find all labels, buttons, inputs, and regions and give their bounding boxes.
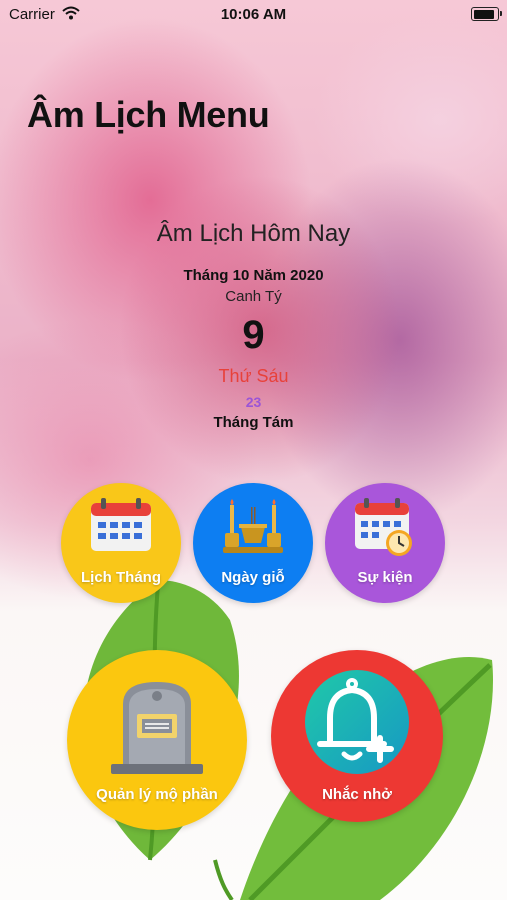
solar-day-number: 9: [242, 313, 265, 357]
events-button[interactable]: Sự kiện: [325, 483, 445, 603]
menu-item-label: Ngày giỗ: [221, 569, 285, 586]
weekday-label: Thứ Sáu: [218, 366, 289, 386]
menu-item-label: Nhắc nhở: [322, 786, 392, 803]
page-title: Âm Lịch Menu: [27, 94, 270, 135]
menu-item-label: Sự kiện: [357, 569, 413, 586]
death-anniversary-button[interactable]: Ngày giỗ: [193, 483, 313, 603]
bell-plus-icon: [305, 670, 409, 774]
tombstone-icon: [111, 682, 203, 774]
today-section-title: Âm Lịch Hôm Nay: [156, 220, 351, 247]
reminders-button[interactable]: Nhắc nhở: [271, 650, 443, 822]
status-time: 10:06 AM: [220, 6, 287, 23]
monthly-calendar-button[interactable]: Lịch Tháng: [61, 483, 181, 603]
solar-month-year: Tháng 10 Năm 2020: [183, 267, 324, 284]
lunar-month-name: Tháng Tám: [213, 414, 294, 431]
menu-item-label: Lịch Tháng: [81, 569, 161, 586]
menu-item-label: Quản lý mộ phần: [96, 786, 218, 803]
lunar-year-name: Canh Tý: [225, 288, 282, 305]
lunar-day-number: 23: [245, 394, 262, 410]
calendar-icon: [91, 498, 151, 551]
incense-altar-icon: [223, 499, 283, 553]
status-bar: Carrier 10:06 AM: [0, 0, 507, 30]
calendar-clock-icon: [355, 498, 412, 556]
grave-management-button[interactable]: Quản lý mộ phần: [67, 650, 247, 830]
battery-icon: [471, 7, 502, 21]
